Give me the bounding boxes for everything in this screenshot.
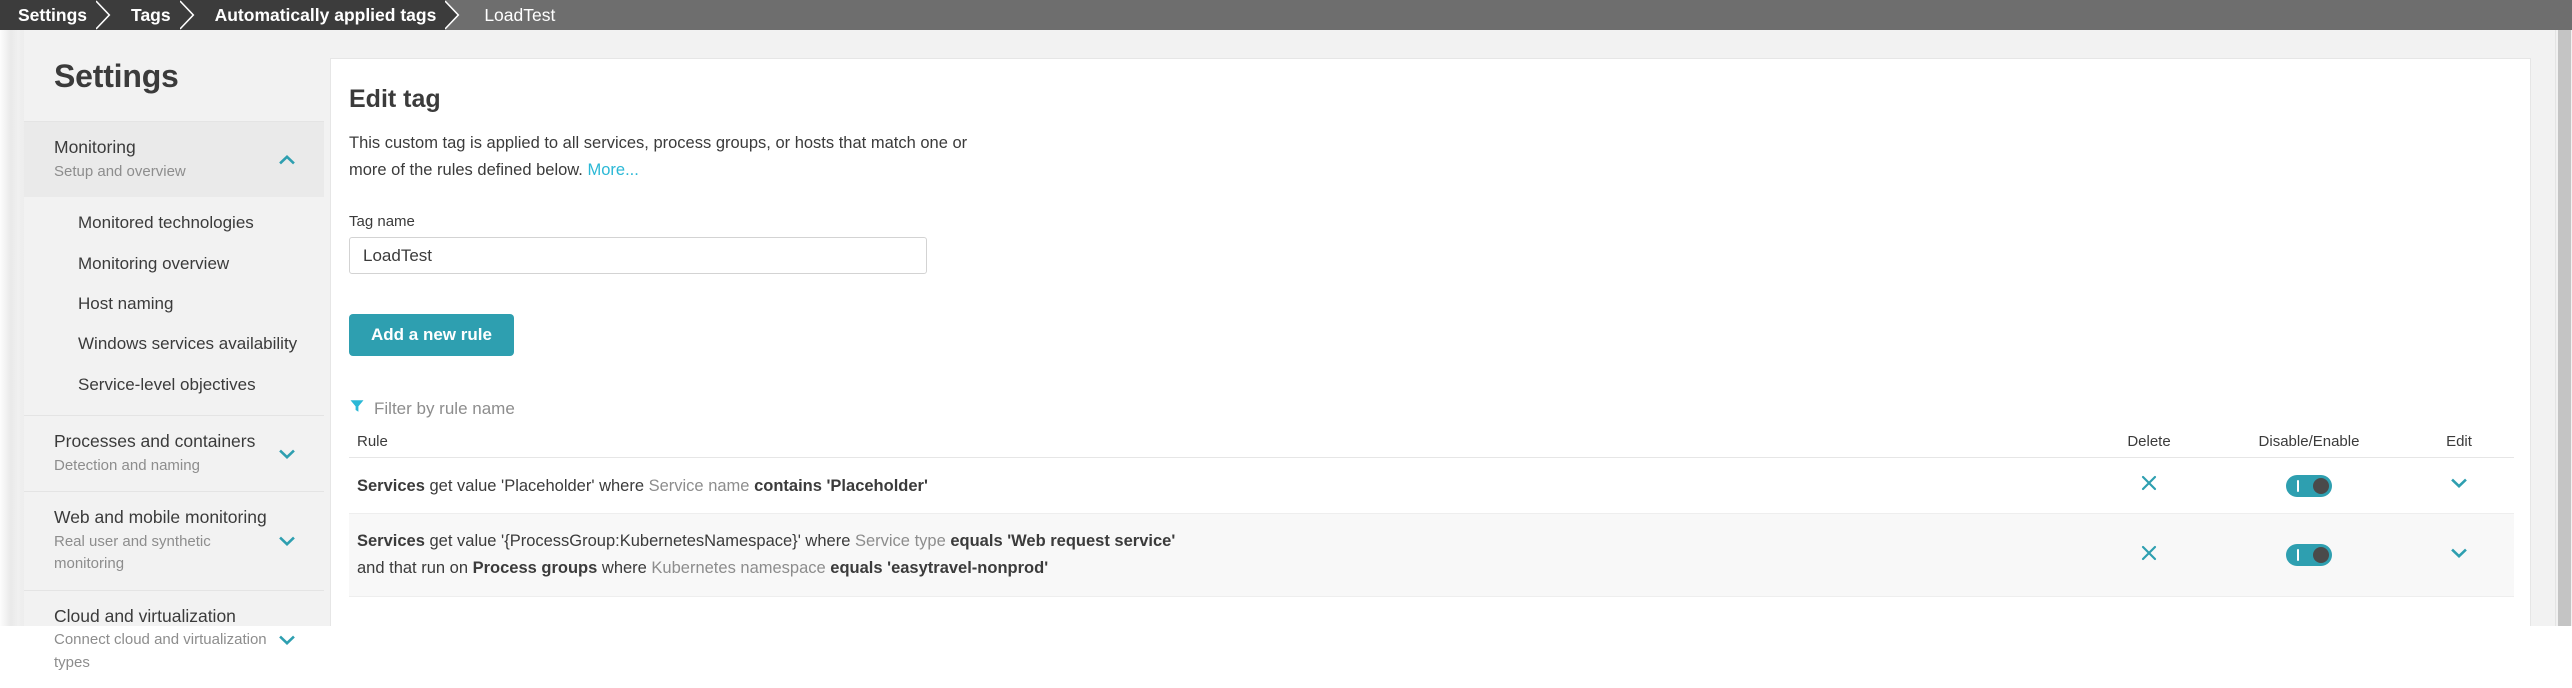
toggle-cell	[2214, 457, 2404, 515]
sidebar-group-items: Monitored technologies Monitoring overvie…	[24, 197, 324, 415]
edit-cell	[2404, 457, 2514, 515]
chevron-down-icon[interactable]	[2448, 542, 2470, 564]
more-link[interactable]: More...	[587, 161, 638, 179]
delete-cell	[2084, 457, 2214, 515]
breadcrumb-item-0[interactable]: Settings	[0, 0, 115, 30]
rule-text-part: equals 'Web request service'	[945, 532, 1176, 551]
rule-text-part: Services	[357, 532, 425, 551]
settings-sidebar: Settings Monitoring Setup and overview Mon…	[24, 30, 324, 671]
rule-text-part: get value 'Placeholder' where	[424, 476, 649, 495]
rule-line: Services get value '{ProcessGroup:Kubern…	[357, 528, 2084, 555]
close-x-icon[interactable]	[2139, 473, 2159, 493]
left-scroll-rail	[0, 30, 24, 626]
chevron-down-icon[interactable]	[2448, 472, 2470, 494]
column-header-delete: Delete	[2084, 433, 2214, 459]
sidebar-nav: Monitoring Setup and overview Monitored te…	[24, 121, 324, 688]
sidebar-group-cloud-and-virtualization[interactable]: Cloud and virtualization Connect cloud an…	[24, 589, 324, 688]
filter-label: Filter by rule name	[374, 398, 515, 418]
breadcrumb-label: Tags	[131, 4, 171, 25]
column-header-rule: Rule	[349, 433, 2084, 459]
breadcrumb-item-1[interactable]: Tags	[113, 0, 198, 30]
rule-line: and that run on Process groups where Kub…	[357, 555, 2084, 582]
rule-description: Services get value '{ProcessGroup:Kubern…	[349, 513, 2084, 597]
sidebar-group-subtitle: Real user and synthetic monitoring	[54, 532, 211, 573]
sidebar-group-subtitle: Detection and naming	[54, 456, 200, 474]
rule-text-part: Service name	[648, 476, 750, 495]
breadcrumb-label: Settings	[18, 4, 88, 25]
table-row[interactable]: Services get value 'Placeholder' where S…	[349, 457, 2514, 515]
breadcrumb-label: LoadTest	[484, 4, 556, 25]
rule-text-part: Service type	[854, 532, 946, 551]
close-x-icon[interactable]	[2139, 543, 2159, 563]
sidebar-item-windows-services-availability[interactable]: Windows services availability	[24, 324, 324, 364]
rule-text-part: and that run on	[357, 559, 473, 578]
rule-text-part: where	[597, 559, 652, 578]
disable-enable-toggle[interactable]	[2286, 474, 2332, 497]
disable-enable-toggle[interactable]	[2286, 544, 2332, 567]
edit-cell	[2404, 513, 2514, 597]
sidebar-title: Settings	[54, 58, 179, 94]
sidebar-group-title: Processes and containers	[54, 431, 256, 452]
breadcrumb: Settings Tags Automatically applied tags Lo…	[0, 0, 2572, 30]
toggle-cell	[2214, 513, 2404, 597]
filter-by-rule-name[interactable]: Filter by rule name	[349, 398, 609, 419]
sidebar-group-web-and-mobile-monitoring[interactable]: Web and mobile monitoring Real user and s…	[24, 491, 324, 590]
breadcrumb-label: Automatically applied tags	[214, 4, 437, 25]
rule-description: Services get value 'Placeholder' where S…	[349, 457, 2084, 515]
sidebar-item-host-naming[interactable]: Host naming	[24, 284, 324, 324]
rules-table: Rule Delete Disable/Enable Edit Services…	[349, 433, 2514, 597]
toggle-on-mark	[2297, 549, 2299, 562]
rule-text-part: equals 'easytravel-nonprod'	[825, 559, 1049, 578]
sidebar-group-processes-and-containers[interactable]: Processes and containers Detection and na…	[24, 415, 324, 491]
rule-line: Services get value 'Placeholder' where S…	[357, 473, 2084, 500]
scrollbar-thumb[interactable]	[2558, 30, 2571, 626]
sidebar-item-service-level-objectives[interactable]: Service-level objectives	[24, 365, 324, 405]
sidebar-group-subtitle: Connect cloud and virtualization types	[54, 631, 267, 671]
toggle-on-mark	[2297, 479, 2299, 492]
page-body: Settings Monitoring Setup and overview Mon…	[0, 30, 2572, 671]
column-header-toggle: Disable/Enable	[2214, 433, 2404, 459]
page-title: Edit tag	[349, 85, 441, 113]
toggle-knob	[2313, 547, 2329, 564]
breadcrumb-separator-icon	[445, 0, 464, 30]
toggle-knob	[2313, 477, 2329, 494]
funnel-icon	[349, 398, 365, 419]
rule-text-part: Process groups	[472, 559, 598, 578]
table-row[interactable]: Services get value '{ProcessGroup:Kubern…	[349, 513, 2514, 597]
delete-cell	[2084, 513, 2214, 597]
sidebar-group-title: Monitoring	[54, 137, 136, 157]
breadcrumb-item-2[interactable]: Automatically applied tags	[196, 0, 464, 30]
chevron-down-icon[interactable]	[276, 530, 298, 552]
chevron-down-icon[interactable]	[276, 443, 298, 465]
add-new-rule-button[interactable]: Add a new rule	[349, 314, 514, 357]
sidebar-group-monitoring[interactable]: Monitoring Setup and overview	[24, 121, 324, 198]
rule-text-part: contains 'Placeholder'	[749, 476, 928, 495]
sidebar-group-title: Cloud and virtualization	[54, 605, 236, 626]
sidebar-group-subtitle: Setup and overview	[54, 162, 186, 180]
chevron-up-icon[interactable]	[276, 149, 298, 171]
table-header-row: Rule Delete Disable/Enable Edit	[349, 433, 2514, 459]
vertical-scrollbar[interactable]	[2555, 30, 2572, 626]
rule-text-part: get value '{ProcessGroup:KubernetesNames…	[424, 532, 855, 551]
intro-text: This custom tag is applied to all servic…	[349, 130, 1009, 183]
breadcrumb-item-3[interactable]: LoadTest	[462, 0, 582, 30]
sidebar-item-monitored-technologies[interactable]: Monitored technologies	[24, 203, 324, 243]
tag-name-input[interactable]	[349, 237, 927, 275]
intro-body: This custom tag is applied to all servic…	[349, 134, 968, 179]
rule-text-part: Kubernetes namespace	[651, 559, 826, 578]
edit-tag-card: Edit tag This custom tag is applied to a…	[330, 58, 2531, 626]
breadcrumb-separator-icon	[96, 0, 115, 30]
sidebar-item-monitoring-overview[interactable]: Monitoring overview	[24, 244, 324, 284]
chevron-down-icon[interactable]	[276, 629, 298, 651]
breadcrumb-separator-icon	[179, 0, 198, 30]
tag-name-label: Tag name	[349, 213, 415, 231]
sidebar-group-title: Web and mobile monitoring	[54, 507, 267, 528]
rule-text-part: Services	[357, 476, 425, 495]
column-header-edit: Edit	[2404, 433, 2514, 459]
